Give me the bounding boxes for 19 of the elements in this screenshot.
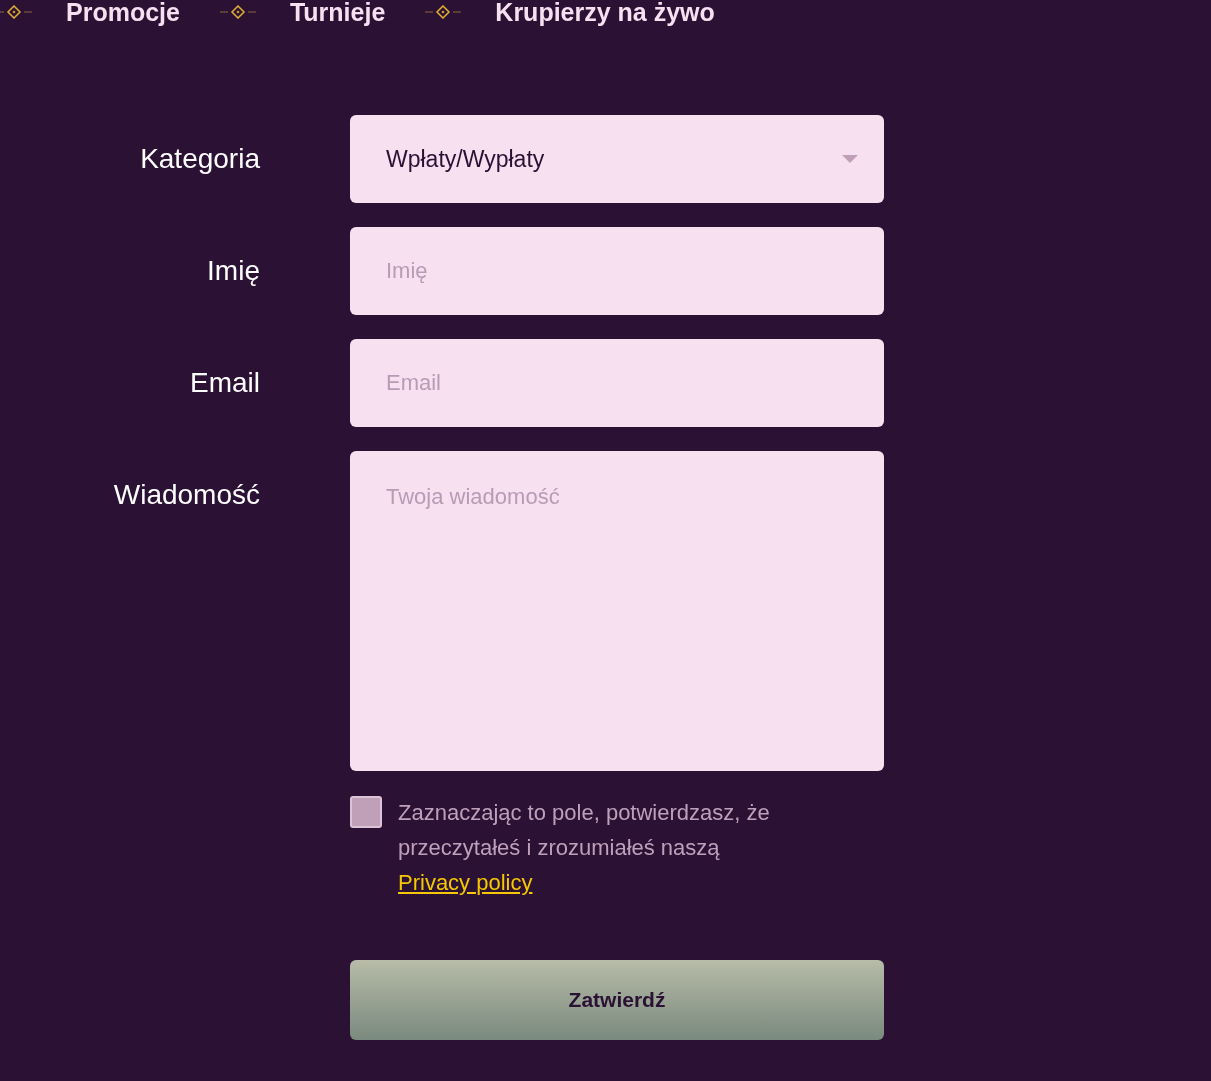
category-select[interactable]: Wpłaty/Wypłaty — [350, 115, 884, 203]
field-label: Imię — [207, 254, 260, 288]
privacy-policy-link[interactable]: Privacy policy — [398, 870, 533, 895]
consent-text: Zaznaczając to pole, potwierdzasz, że przeczytałeś i zrozumiałeś naszą Privacy policy — [398, 799, 771, 897]
diamond-icon — [425, 5, 462, 19]
diamond-icon — [0, 5, 32, 19]
field-label: Kategoria — [140, 142, 260, 176]
consent-checkbox[interactable] — [350, 796, 382, 828]
caret-icon — [842, 155, 858, 163]
field-label: Email — [190, 366, 260, 400]
nav-link[interactable]: Krupierzy na żywo — [495, 0, 715, 25]
nav-link[interactable]: Promocje — [66, 0, 180, 25]
diamond-icon — [219, 5, 256, 19]
message-textarea[interactable]: Twoja wiadomość — [350, 451, 884, 771]
text-input[interactable]: Imię — [350, 227, 884, 315]
submit-button[interactable]: Zatwierdź — [350, 960, 884, 1040]
nav-link[interactable]: Turnieje — [289, 0, 386, 25]
field-label: Wiadomość — [113, 478, 260, 512]
text-input[interactable]: Email — [350, 339, 884, 427]
